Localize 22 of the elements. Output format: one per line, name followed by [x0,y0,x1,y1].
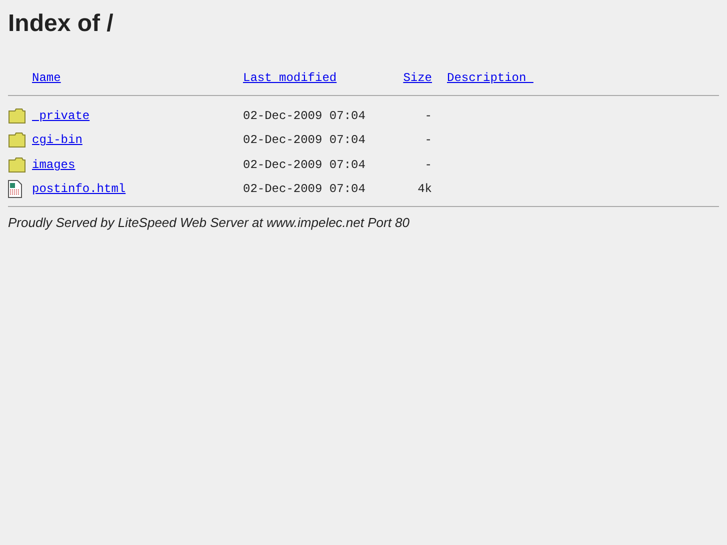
column-header-link[interactable]: Name [32,71,61,86]
folder-icon [8,132,26,148]
file-link[interactable]: private [32,108,90,123]
file-size: - [424,133,432,148]
column-header-link[interactable]: Last modified [243,71,337,86]
folder-icon [8,156,26,173]
file-link[interactable]: postinfo.html [32,182,126,196]
column-header-link[interactable]: Size [403,71,432,86]
file-link[interactable]: images [32,158,76,172]
folder-icon [8,108,26,124]
column-header-link[interactable]: Description [447,71,534,86]
modified-date: 02-Dec-2009 07:04 [243,108,366,123]
file-size: - [424,158,432,172]
modified-date: 02-Dec-2009 07:04 [243,182,366,196]
file-size: - [424,108,432,123]
server-signature: Proudly Served by LiteSpeed Web Server at www.impelec.net Port 80 [8,214,411,230]
modified-date: 02-Dec-2009 07:04 [243,133,366,148]
modified-date: 02-Dec-2009 07:04 [243,158,366,172]
page-title: Index of / [8,9,114,39]
file-link[interactable]: cgi-bin [32,133,82,148]
document-icon [8,180,22,198]
file-size: 4k [418,182,432,196]
